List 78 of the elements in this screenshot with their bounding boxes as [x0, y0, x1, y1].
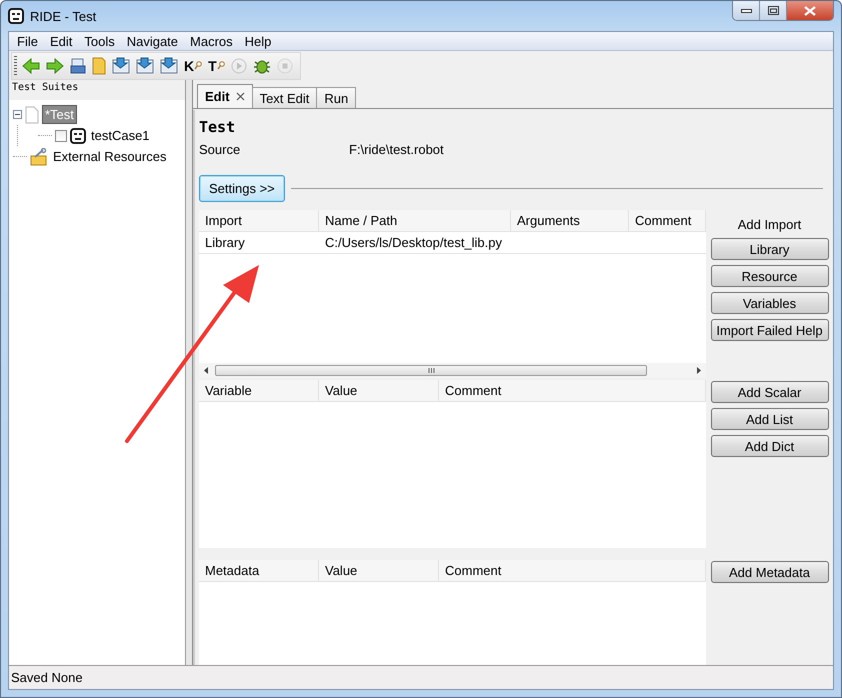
table-cell-text: Library — [204, 234, 246, 252]
add-variable-button[interactable]: Add Scalar — [710, 381, 828, 403]
column-header: Variable — [199, 380, 319, 401]
right-arrow-icon[interactable] — [697, 367, 701, 374]
menu-item[interactable]: File — [11, 34, 44, 48]
app-icon — [8, 8, 24, 24]
toolbar-button[interactable] — [111, 56, 131, 76]
file-icon — [70, 58, 86, 74]
menu-item[interactable]: Edit — [44, 34, 78, 48]
menu-item[interactable]: Help — [238, 34, 278, 48]
menu-item[interactable]: Navigate — [120, 34, 184, 48]
minimize-icon — [740, 8, 752, 12]
minimize-button[interactable] — [733, 1, 760, 20]
document-icon — [25, 106, 39, 124]
magnifier-icon — [216, 61, 225, 70]
forward-arrow-icon — [46, 58, 64, 74]
source-path: F:\ride\test.robot — [349, 142, 444, 156]
toolbar-button[interactable] — [91, 56, 107, 76]
suite-title: Test — [199, 118, 236, 138]
column-header: Import — [199, 210, 319, 231]
splitter[interactable] — [186, 80, 193, 665]
add-variable-button[interactable]: Add Dict — [710, 435, 828, 457]
robot-icon — [70, 128, 86, 144]
save-icon — [160, 57, 178, 74]
menu-item[interactable]: Macros — [184, 34, 239, 48]
add-variable-button[interactable]: Add List — [710, 408, 828, 430]
tab[interactable]: Edit — [197, 84, 253, 108]
column-header: Name / Path — [319, 210, 511, 231]
table-cell-text: C:/Users/ls/Desktop/test_lib.py — [324, 234, 504, 252]
grip-icon — [428, 368, 434, 373]
tree-item[interactable]: External Resources — [51, 148, 168, 165]
section-label: Add Import — [738, 217, 802, 233]
toolbar-button[interactable]: T — [207, 56, 226, 76]
close-icon[interactable] — [236, 92, 245, 101]
maximize-icon — [768, 6, 778, 15]
column-header: Arguments — [511, 210, 629, 231]
tab[interactable]: Text Edit — [252, 87, 318, 108]
import-button[interactable]: Resource — [710, 265, 828, 287]
close-button[interactable] — [787, 1, 833, 20]
toolbar-button[interactable] — [159, 56, 179, 76]
panel-title: Test Suites — [11, 81, 80, 95]
settings-button[interactable]: Settings >> — [199, 174, 285, 202]
window-title: RIDE - Test — [30, 8, 96, 24]
stop-icon — [276, 58, 293, 74]
minus-icon — [15, 114, 20, 115]
column-header: Value — [319, 380, 439, 401]
column-header: Comment — [439, 560, 706, 581]
column-header: Comment — [439, 380, 706, 401]
toolbar-button[interactable]: K — [183, 56, 204, 76]
horizontal-scrollbar[interactable] — [199, 363, 706, 378]
toolbar-button[interactable] — [21, 56, 41, 76]
import-button[interactable]: Variables — [710, 292, 828, 314]
column-header: Metadata — [199, 560, 319, 581]
back-arrow-icon — [22, 58, 40, 74]
collapse-toggle[interactable] — [13, 110, 22, 119]
magnifier-icon — [194, 61, 202, 70]
import-button[interactable]: Import Failed Help — [710, 319, 828, 341]
status-text: Saved None — [11, 670, 83, 685]
checkbox[interactable] — [55, 130, 67, 142]
folder-wrench-icon — [30, 148, 48, 166]
folder-icon — [92, 56, 106, 74]
toolbar-button[interactable] — [45, 56, 65, 76]
maximize-button[interactable] — [760, 1, 787, 20]
save-icon — [112, 57, 130, 74]
add-metadata-button[interactable]: Add Metadata — [710, 561, 828, 583]
tree-item[interactable]: testCase1 — [89, 127, 152, 144]
column-header: Value — [319, 560, 439, 581]
toolbar-button[interactable] — [69, 56, 87, 76]
toolbar-button[interactable] — [135, 56, 155, 76]
close-icon — [804, 6, 816, 16]
menu-item[interactable]: Tools — [78, 34, 121, 48]
source-label: Source — [199, 142, 242, 156]
left-arrow-icon[interactable] — [204, 367, 208, 374]
save-icon — [136, 57, 154, 74]
play-icon — [230, 58, 247, 74]
import-button[interactable]: Library — [710, 238, 828, 260]
column-header: Comment — [629, 210, 706, 231]
tab[interactable]: Run — [316, 87, 356, 108]
